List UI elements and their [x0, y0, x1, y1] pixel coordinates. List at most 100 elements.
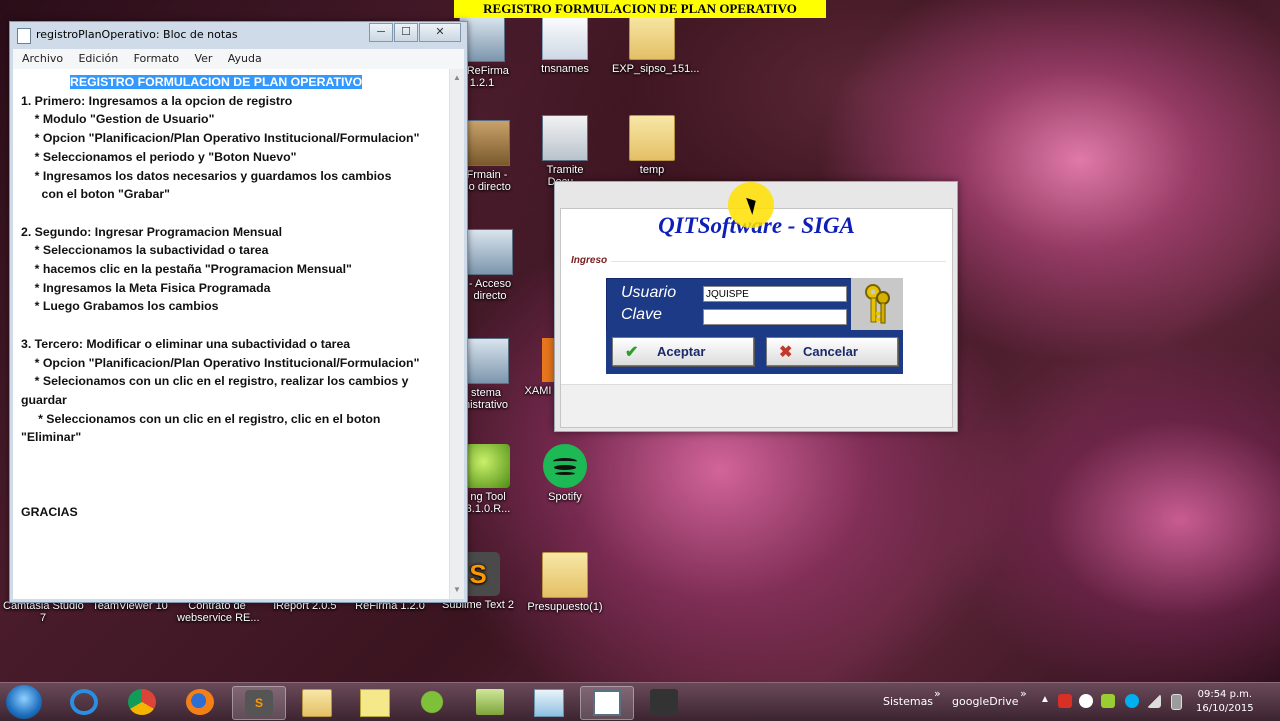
gmail-icon[interactable]	[1058, 694, 1072, 708]
notepad-content: REGISTRO FORMULACION DE PLAN OPERATIVO 1…	[13, 69, 450, 522]
spotify-icon	[543, 444, 587, 488]
skype-icon[interactable]	[1125, 694, 1139, 708]
notepad-titlebar[interactable]: registroPlanOperativo: Bloc de notas ─ ☐…	[10, 22, 467, 48]
toolbar-expand-icon[interactable]: »	[934, 687, 941, 700]
toolbar-expand-icon[interactable]: »	[1020, 687, 1027, 700]
window-icon	[593, 690, 621, 716]
desktop-icon-camtasia[interactable]: Camtasia Studio 7	[3, 600, 84, 624]
scroll-up-icon[interactable]: ▲	[450, 71, 464, 85]
start-button[interactable]	[6, 685, 42, 719]
clock-time: 09:54 p.m.	[1197, 689, 1253, 700]
credentials-box: Usuario Clave	[606, 278, 852, 332]
notepad-menubar: Archivo Edición Formato Ver Ayuda	[13, 49, 464, 70]
battery-icon[interactable]	[1171, 694, 1182, 710]
camera-icon	[650, 689, 678, 715]
app-icon	[467, 229, 513, 275]
cloud-icon[interactable]	[1079, 694, 1093, 708]
dialog-footer	[561, 384, 952, 427]
notepad-icon	[534, 689, 564, 717]
desktop-icon-label: EXP_sipso_151...	[612, 63, 700, 75]
toolbar-googledrive[interactable]: googleDrive	[952, 695, 1019, 708]
scroll-down-icon[interactable]: ▼	[450, 583, 464, 597]
taskbar-frog[interactable]	[406, 686, 458, 718]
desktop-icon-label: ng Tool 3.1.0.R...	[465, 491, 511, 515]
network-share-icon[interactable]	[1101, 694, 1115, 708]
chrome-icon	[128, 689, 156, 715]
taskbar-ie[interactable]	[58, 686, 110, 718]
group-label: Ingreso	[571, 255, 608, 266]
notepad-icon	[17, 28, 31, 44]
sublime-icon: S	[245, 690, 273, 716]
notepad-text-area[interactable]: REGISTRO FORMULACION DE PLAN OPERATIVO 1…	[13, 69, 450, 599]
menu-edicion[interactable]: Edición	[78, 49, 118, 69]
taskbar-app-green[interactable]	[464, 686, 516, 718]
close-button[interactable]: ✕	[419, 23, 461, 42]
taskbar-siga[interactable]	[580, 686, 634, 720]
notepad-window: registroPlanOperativo: Bloc de notas ─ ☐…	[9, 21, 468, 603]
folder-icon	[629, 115, 675, 161]
desktop-icon-label: Presupuesto(1)	[527, 601, 603, 613]
desktop-icon-label: temp	[639, 164, 665, 176]
desktop-icon-temp[interactable]: temp	[612, 115, 692, 176]
cancel-button[interactable]: ✖ Cancelar	[766, 337, 898, 366]
desktop-icon-label: - Acceso directo	[468, 278, 512, 302]
taskbar-notepad[interactable]	[522, 686, 574, 718]
desktop-icon-label: Spotify	[548, 491, 582, 503]
app-icon	[466, 444, 510, 488]
app-icon	[464, 120, 510, 166]
taskbar-explorer[interactable]	[290, 686, 342, 718]
desktop-icon-presupuesto[interactable]: Presupuesto(1)	[525, 552, 605, 613]
password-input[interactable]	[703, 309, 847, 325]
tray-up-icon[interactable]: ▲	[1040, 694, 1054, 708]
firefox-icon	[186, 689, 214, 715]
notes-icon	[360, 689, 390, 717]
xampp-icon	[542, 338, 554, 382]
user-label: Usuario	[621, 284, 677, 301]
accept-label: Aceptar	[657, 344, 706, 359]
desktop-icon-label: Contrato de webservice RE...	[177, 600, 260, 624]
file-icon	[542, 14, 588, 60]
video-banner: REGISTRO FORMULACION DE PLAN OPERATIVO	[454, 0, 826, 18]
pass-label: Clave	[621, 306, 662, 323]
check-icon: ✔	[625, 344, 639, 361]
folder-icon	[542, 552, 588, 598]
desktop-icon-spotify[interactable]: Spotify	[525, 444, 605, 503]
accept-button[interactable]: ✔ Aceptar	[612, 337, 754, 366]
app-icon	[463, 338, 509, 384]
maximize-button[interactable]: ☐	[394, 23, 418, 42]
menu-formato[interactable]: Formato	[134, 49, 180, 69]
group-divider	[611, 261, 946, 262]
signal-icon[interactable]	[1147, 694, 1161, 708]
desktop-icon-contrato[interactable]: Contrato de webservice RE...	[177, 600, 260, 624]
notepad-title: registroPlanOperativo: Bloc de notas	[36, 28, 238, 41]
button-row: ✔ Aceptar ✖ Cancelar	[606, 330, 903, 374]
username-input[interactable]	[703, 286, 847, 302]
ie-icon	[70, 689, 98, 715]
notepadplus-icon	[476, 689, 504, 715]
toolbar-sistemas[interactable]: Sistemas	[883, 695, 933, 708]
menu-archivo[interactable]: Archivo	[22, 49, 63, 69]
desktop-icon-label: Frmain - so directo	[463, 169, 511, 193]
keys-icon	[851, 278, 903, 330]
taskbar-chrome[interactable]	[116, 686, 168, 718]
desktop-icon-exp-sipso[interactable]: EXP_sipso_151...	[612, 14, 699, 75]
desktop-icon-label: Camtasia Studio 7	[3, 600, 84, 624]
clock-date: 16/10/2015	[1196, 703, 1254, 714]
taskbar-sticky[interactable]	[348, 686, 400, 718]
selected-title: REGISTRO FORMULACION DE PLAN OPERATIVO	[70, 75, 363, 89]
taskbar-firefox[interactable]	[174, 686, 226, 718]
desktop-icon-tramite[interactable]: Tramite Docu...	[525, 115, 605, 188]
taskbar-camtasia[interactable]	[638, 686, 690, 718]
menu-ayuda[interactable]: Ayuda	[228, 49, 262, 69]
frog-icon	[418, 689, 446, 715]
vertical-scrollbar[interactable]: ▲ ▼	[449, 69, 464, 599]
menu-ver[interactable]: Ver	[194, 49, 212, 69]
taskbar-sublime[interactable]: S	[232, 686, 286, 720]
desktop-icon-tnsnames[interactable]: tnsnames	[525, 14, 605, 75]
app-icon	[542, 115, 588, 161]
desktop-icon-label: tnsnames	[541, 63, 589, 75]
clock[interactable]: 09:54 p.m. 16/10/2015	[1196, 688, 1254, 716]
minimize-button[interactable]: ─	[369, 23, 393, 42]
desktop-icon-label: stema nistrativo	[463, 387, 509, 411]
folder-icon	[302, 689, 332, 717]
